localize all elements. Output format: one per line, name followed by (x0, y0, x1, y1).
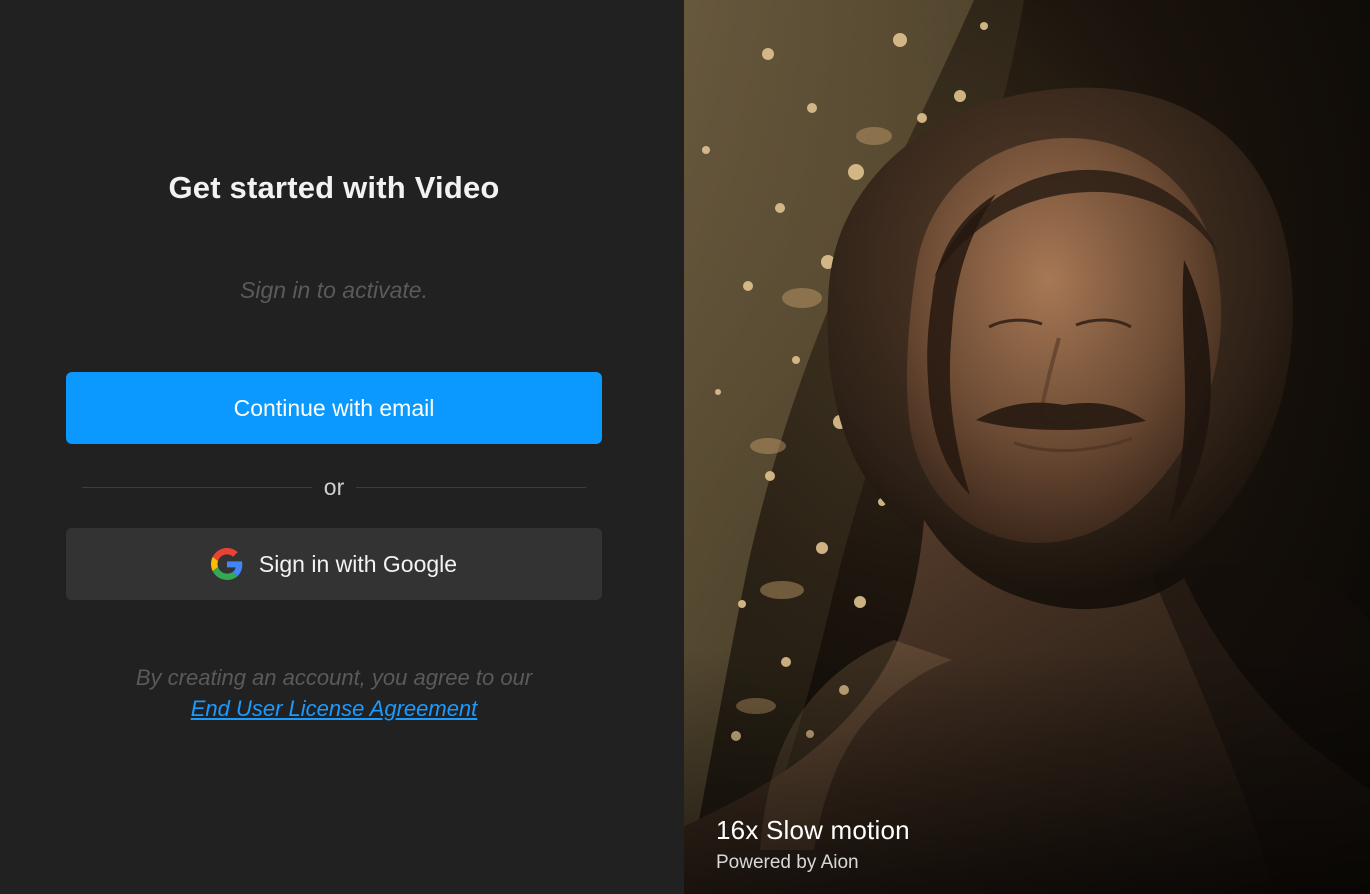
sign-in-with-google-button[interactable]: Sign in with Google (66, 528, 602, 600)
divider-line-left (82, 486, 312, 488)
hero-image (684, 0, 1370, 894)
sign-in-panel: Get started with Video Sign in to activa… (0, 0, 684, 894)
hero-caption: 16x Slow motion Powered by Aion (716, 815, 910, 874)
app-root: Get started with Video Sign in to activa… (0, 0, 1370, 894)
legal-notice: By creating an account, you agree to our… (0, 662, 668, 724)
hero-caption-title: 16x Slow motion (716, 815, 910, 845)
continue-with-email-button[interactable]: Continue with email (66, 372, 602, 444)
google-button-label: Sign in with Google (258, 550, 458, 577)
legal-text: By creating an account, you agree to our (135, 665, 533, 690)
divider-line-right (356, 486, 587, 488)
or-divider: or (82, 470, 587, 504)
google-icon (210, 548, 243, 580)
divider-label: or (323, 473, 345, 500)
page-title: Get started with Video (168, 170, 500, 205)
hero-panel: 16x Slow motion Powered by Aion (684, 0, 1370, 894)
eula-link[interactable]: End User License Agreement (191, 696, 478, 721)
hero-caption-subtitle: Powered by Aion (716, 852, 859, 873)
page-subtitle: Sign in to activate. (240, 277, 428, 303)
